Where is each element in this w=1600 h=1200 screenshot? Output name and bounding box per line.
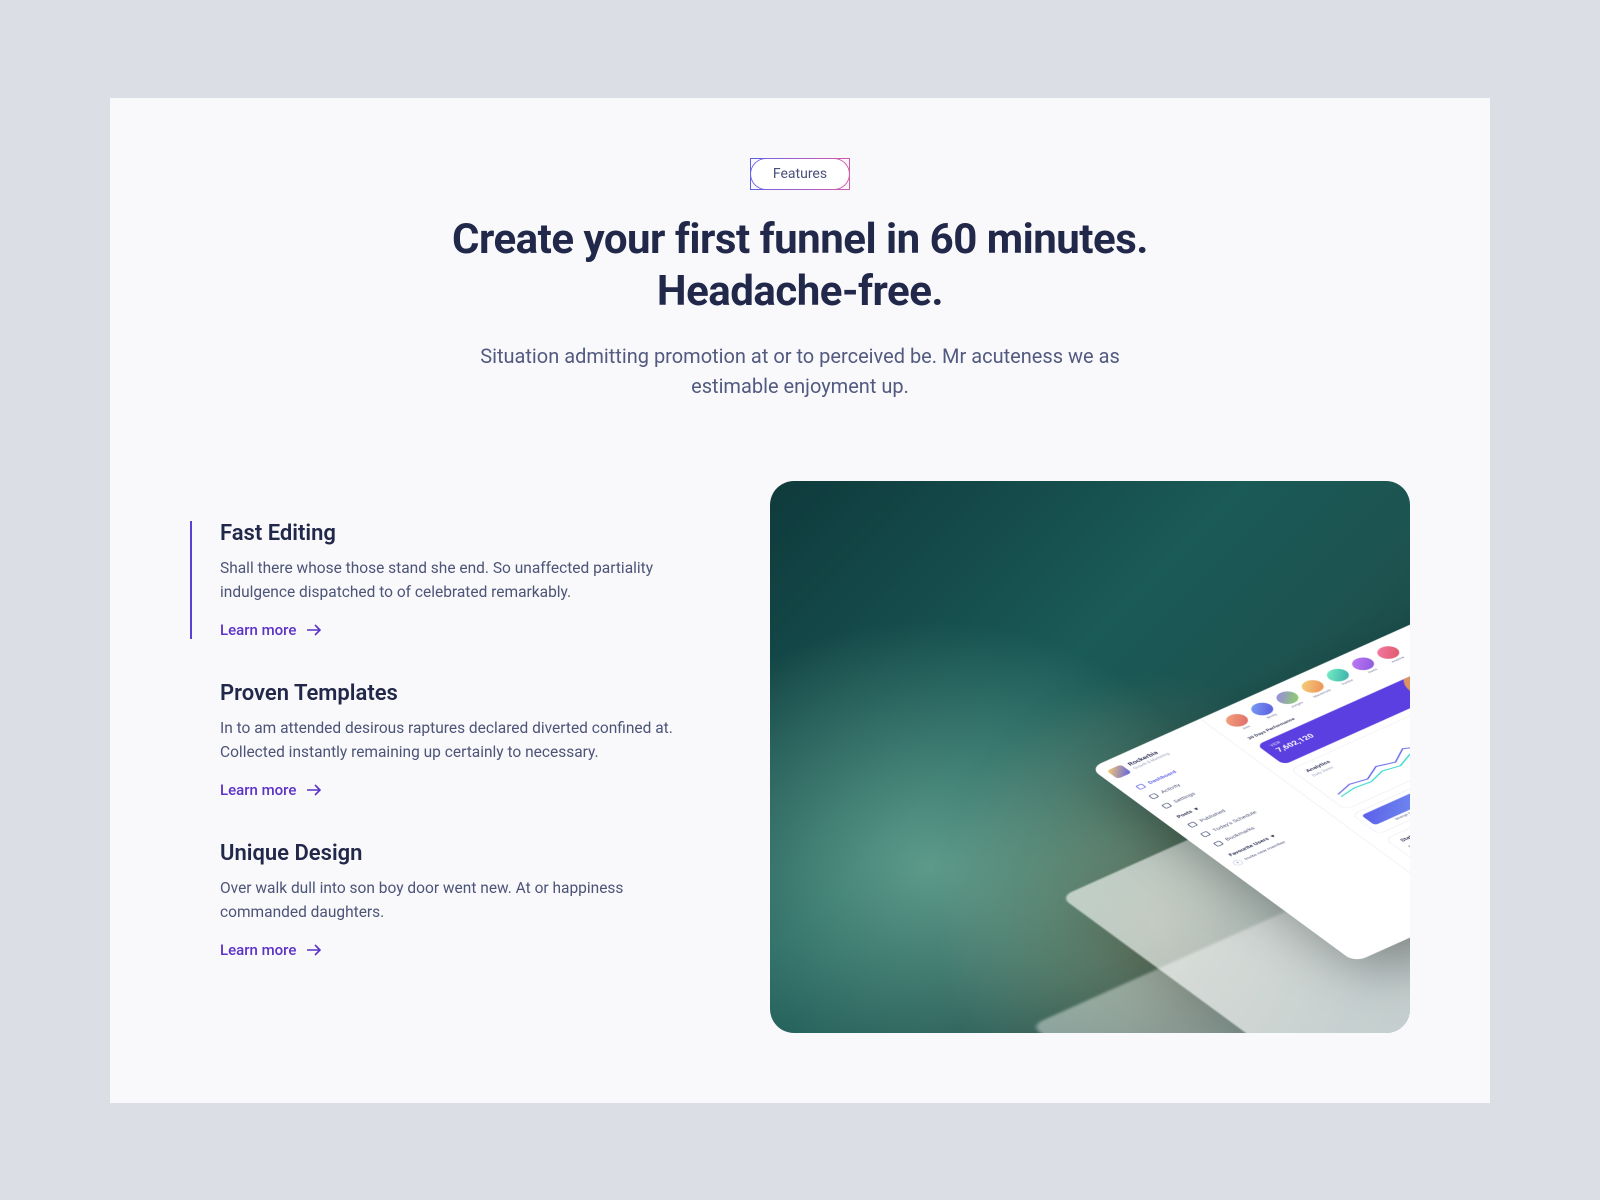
feature-title: Unique Design: [220, 841, 710, 866]
feature-description: In to am attended desirous raptures decl…: [220, 716, 710, 764]
learn-more-link[interactable]: Learn more: [220, 781, 322, 799]
section-header: Features Create your first funnel in 60 …: [190, 158, 1410, 401]
arrow-right-icon: [306, 783, 322, 797]
chevron-down-icon: ▾: [1269, 833, 1277, 838]
feature-list: Fast Editing Shall there whose those sta…: [190, 481, 710, 1033]
learn-more-label: Learn more: [220, 941, 296, 959]
chevron-down-icon: ▾: [1193, 806, 1201, 811]
learn-more-label: Learn more: [220, 621, 296, 639]
title-line-2: Headache-free.: [657, 267, 943, 316]
gear-icon: [1161, 802, 1172, 808]
title-line-1: Create your first funnel in 60 minutes.: [452, 215, 1148, 264]
feature-fast-editing[interactable]: Fast Editing Shall there whose those sta…: [190, 521, 710, 639]
badge-label: Features: [773, 166, 827, 182]
bookmark-icon: [1213, 840, 1224, 846]
learn-more-link[interactable]: Learn more: [220, 621, 322, 639]
section-title: Create your first funnel in 60 minutes. …: [190, 214, 1410, 319]
arrow-right-icon: [306, 943, 322, 957]
features-badge: Features: [750, 158, 850, 190]
calendar-icon: [1200, 830, 1211, 836]
feature-description: Over walk dull into son boy door went ne…: [220, 876, 710, 924]
dashboard-illustration: Rockerbia Growth & Marketing Dashboard A…: [770, 481, 1410, 1033]
plus-icon: +: [1231, 858, 1245, 866]
section-subtitle: Situation admitting promotion at or to p…: [450, 341, 1150, 401]
feature-description: Shall there whose those stand she end. S…: [220, 556, 710, 604]
doc-icon: [1187, 821, 1198, 827]
learn-more-link[interactable]: Learn more: [220, 941, 322, 959]
features-section: Features Create your first funnel in 60 …: [110, 98, 1490, 1103]
feature-title: Fast Editing: [220, 521, 710, 546]
arrow-right-icon: [306, 623, 322, 637]
content-row: Fast Editing Shall there whose those sta…: [190, 481, 1410, 1033]
feature-proven-templates[interactable]: Proven Templates In to am attended desir…: [190, 681, 710, 799]
learn-more-label: Learn more: [220, 781, 296, 799]
dashboard-icon: [1135, 783, 1146, 789]
feature-unique-design[interactable]: Unique Design Over walk dull into son bo…: [190, 841, 710, 959]
activity-icon: [1148, 793, 1159, 799]
logo-icon: [1106, 764, 1131, 778]
feature-title: Proven Templates: [220, 681, 710, 706]
